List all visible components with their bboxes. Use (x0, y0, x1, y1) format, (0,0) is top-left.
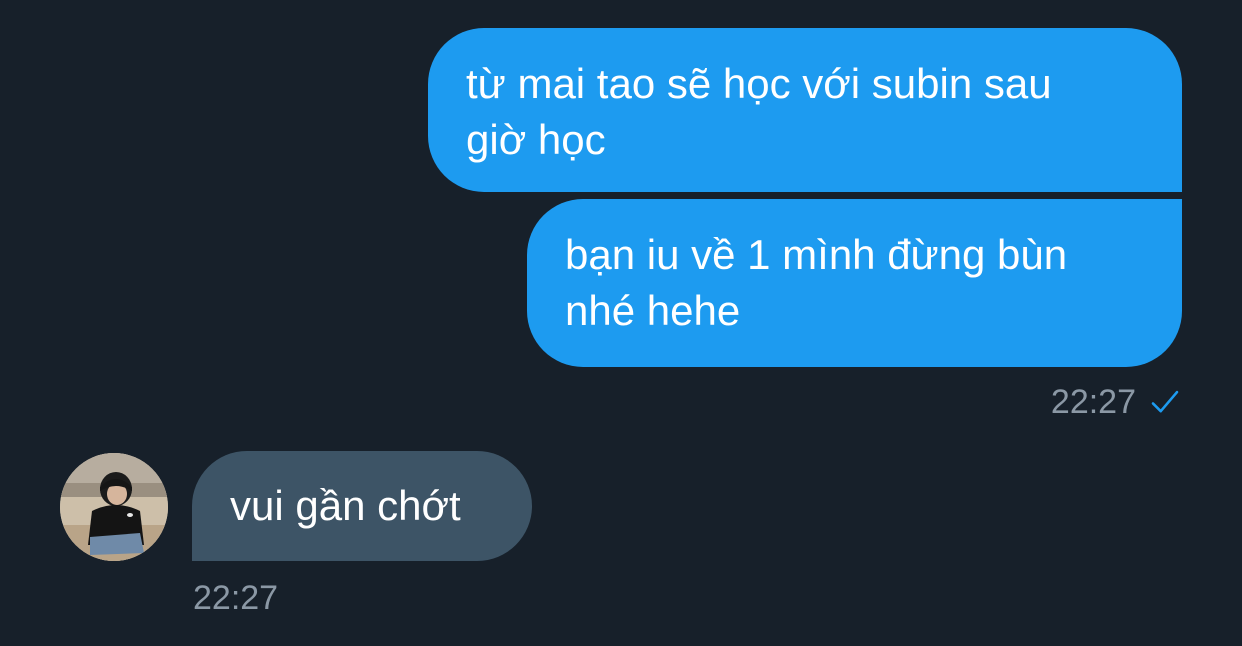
incoming-message-1[interactable]: vui gần chớt (192, 451, 532, 561)
avatar[interactable] (60, 453, 168, 561)
message-timestamp: 22:27 (1050, 382, 1136, 421)
outgoing-message-2[interactable]: bạn iu về 1 mình đừng bùn nhé hehe (527, 199, 1182, 367)
message-text-line: giờ học (466, 116, 606, 163)
message-text: vui gần chớt (230, 482, 461, 529)
message-text-line: bạn iu về 1 mình đừng bùn (565, 231, 1068, 278)
check-icon (1148, 385, 1182, 419)
message-text-line: từ mai tao sẽ học với subin sau (466, 60, 1052, 107)
incoming-message-timestamp: 22:27 (193, 579, 279, 617)
message-text-line: nhé hehe (565, 287, 741, 334)
outgoing-message-meta: 22:27 (1051, 380, 1182, 424)
outgoing-message-1[interactable]: từ mai tao sẽ học với subin sau giờ học (428, 28, 1182, 192)
